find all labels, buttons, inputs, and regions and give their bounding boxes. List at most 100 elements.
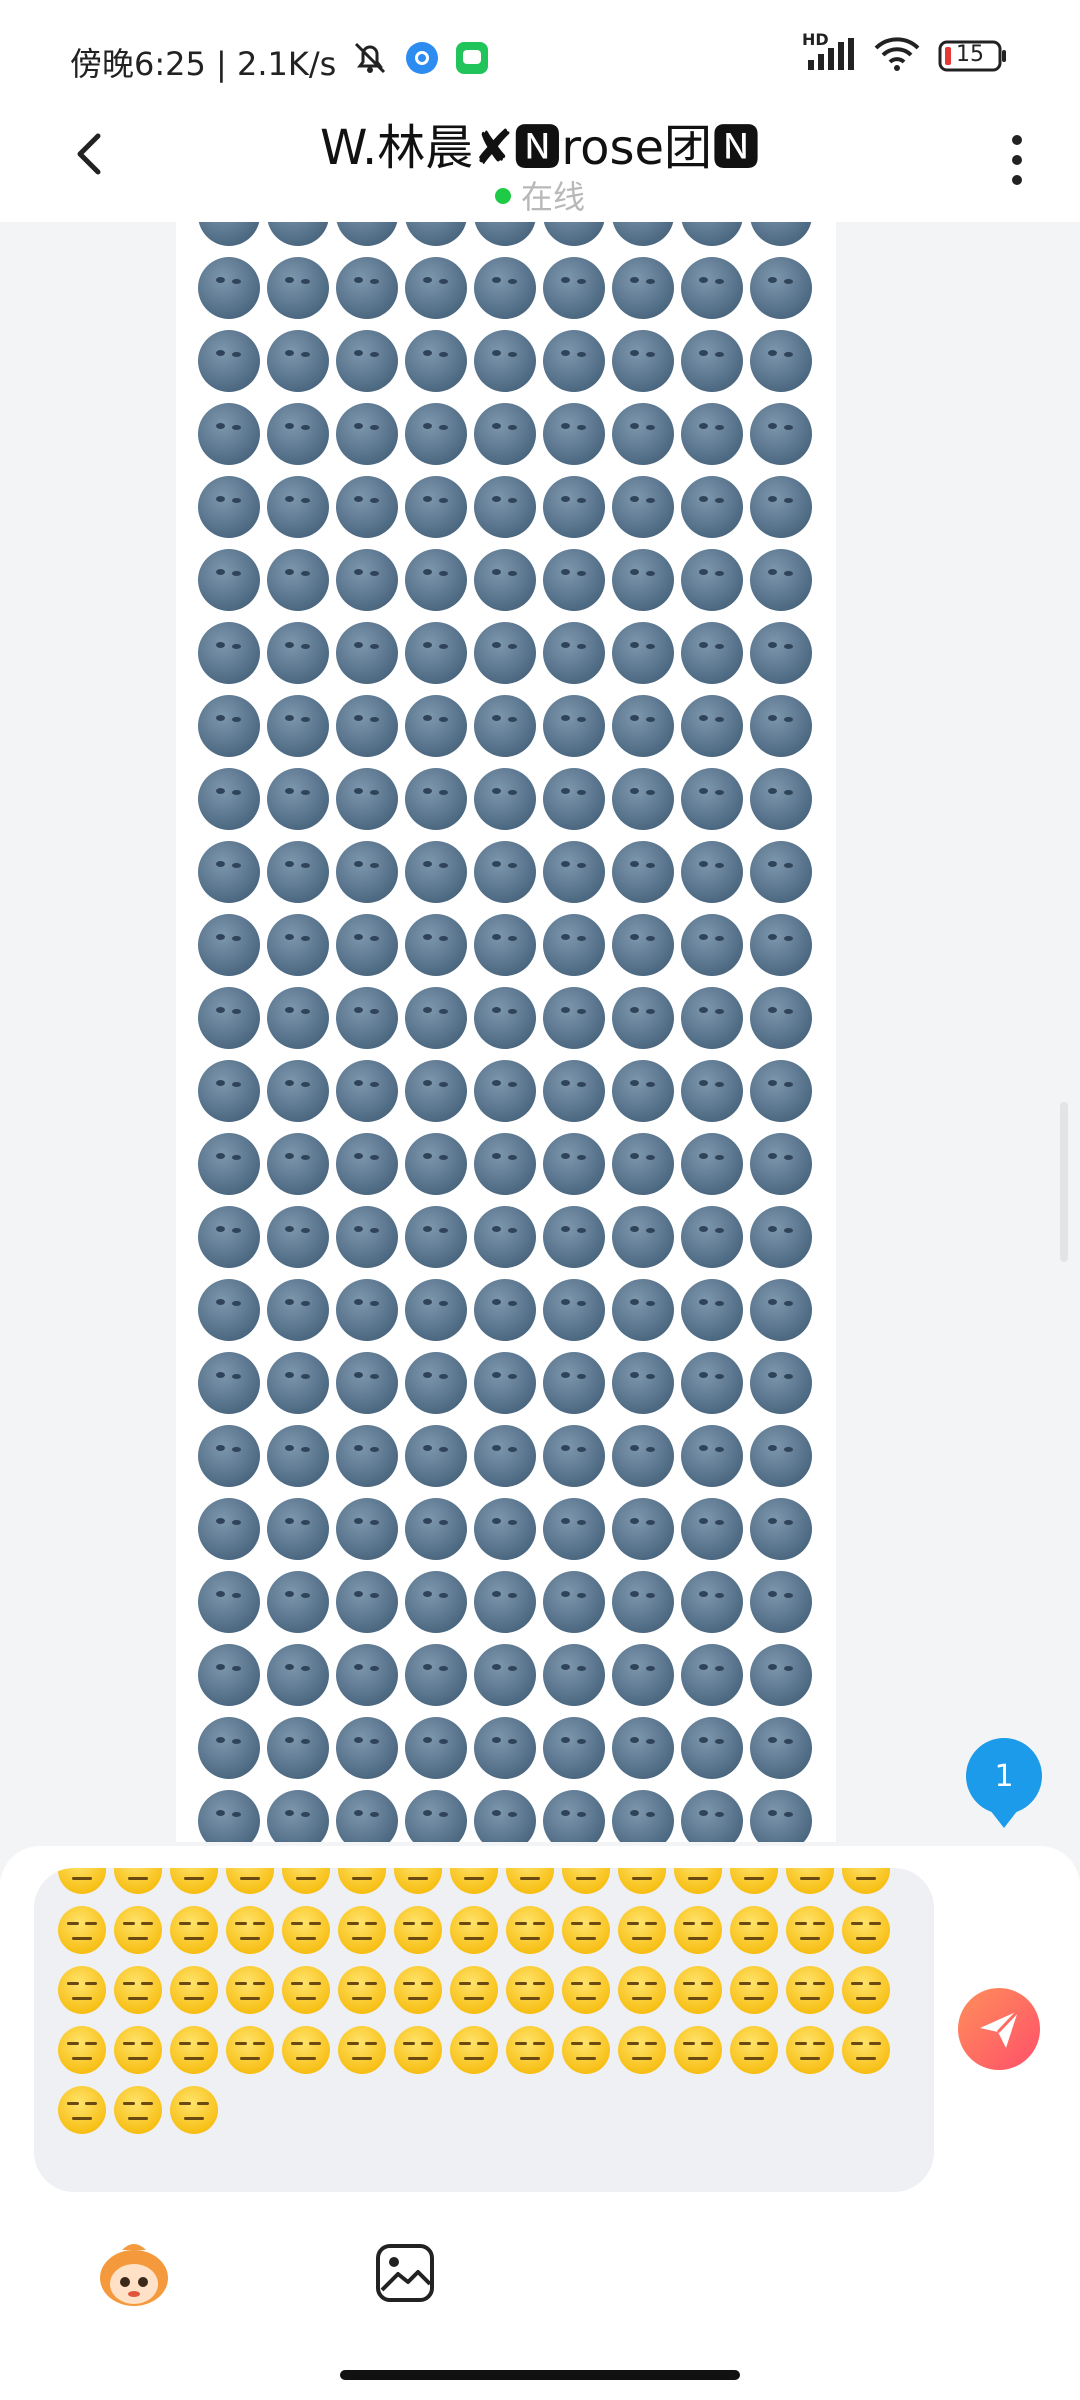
- expressionless-face-emoji: [786, 2026, 834, 2074]
- moon-emoji: [336, 1060, 398, 1122]
- moon-emoji: [198, 257, 260, 319]
- expressionless-face-emoji: [58, 1906, 106, 1954]
- moon-emoji: [198, 549, 260, 611]
- expressionless-face-emoji: [282, 2026, 330, 2074]
- moon-emoji: [543, 914, 605, 976]
- send-button[interactable]: [958, 1988, 1040, 2070]
- expressionless-face-emoji: [114, 1868, 162, 1894]
- moon-emoji: [474, 622, 536, 684]
- moon-emoji: [681, 768, 743, 830]
- message-input[interactable]: [34, 1868, 934, 2192]
- moon-emoji: [612, 1717, 674, 1779]
- moon-emoji: [474, 330, 536, 392]
- moon-emoji: [267, 1425, 329, 1487]
- expressionless-face-emoji: [562, 1906, 610, 1954]
- home-indicator[interactable]: [340, 2370, 740, 2380]
- moon-emoji: [681, 257, 743, 319]
- moon-emoji: [612, 1790, 674, 1842]
- moon-emoji: [750, 330, 812, 392]
- moon-emoji: [405, 841, 467, 903]
- moon-emoji: [267, 914, 329, 976]
- moon-emoji: [612, 476, 674, 538]
- status-time: 傍晚6:25 | 2.1K/s: [70, 45, 337, 83]
- moon-emoji: [336, 1498, 398, 1560]
- moon-emoji: [474, 987, 536, 1049]
- expressionless-face-emoji: [674, 2026, 722, 2074]
- moon-emoji: [336, 403, 398, 465]
- expressionless-face-emoji: [842, 1868, 890, 1894]
- moon-emoji: [474, 257, 536, 319]
- scrollbar[interactable]: [1060, 1102, 1068, 1262]
- moon-emoji: [681, 914, 743, 976]
- expressionless-face-emoji: [450, 2026, 498, 2074]
- moon-emoji: [750, 1425, 812, 1487]
- mascot-avatar-button[interactable]: [94, 2238, 174, 2310]
- moon-emoji: [405, 1717, 467, 1779]
- moon-emoji: [543, 1425, 605, 1487]
- expressionless-face-emoji: [338, 1966, 386, 2014]
- moon-emoji: [267, 257, 329, 319]
- expressionless-face-emoji: [842, 1966, 890, 2014]
- composer-panel: [0, 1846, 1080, 2400]
- moon-emoji: [543, 1571, 605, 1633]
- moon-emoji: [543, 257, 605, 319]
- moon-emoji: [267, 1206, 329, 1268]
- moon-emoji: [474, 1644, 536, 1706]
- more-options-button[interactable]: [1002, 130, 1032, 190]
- moon-emoji: [750, 222, 812, 246]
- moon-emoji: [198, 1060, 260, 1122]
- moon-emoji: [474, 1571, 536, 1633]
- moon-emoji: [474, 768, 536, 830]
- battery-level: 15: [956, 42, 984, 67]
- moon-emoji: [336, 549, 398, 611]
- expressionless-face-emoji: [226, 1966, 274, 2014]
- online-status: 在线: [0, 172, 1080, 218]
- moon-emoji: [750, 1644, 812, 1706]
- moon-emoji: [612, 1206, 674, 1268]
- moon-emoji: [612, 695, 674, 757]
- moon-emoji: [474, 222, 536, 246]
- moon-emoji: [543, 549, 605, 611]
- image-picker-button[interactable]: [374, 2242, 436, 2304]
- online-status-text: 在线: [520, 178, 585, 216]
- new-message-badge[interactable]: 1: [966, 1738, 1042, 1828]
- moon-emoji: [405, 222, 467, 246]
- new-message-count: 1: [994, 1758, 1014, 1794]
- expressionless-face-emoji: [114, 1966, 162, 2014]
- moon-emoji: [405, 330, 467, 392]
- moon-emoji: [474, 1133, 536, 1195]
- mute-bell-icon: [350, 38, 390, 86]
- expressionless-face-emoji: [842, 2026, 890, 2074]
- expressionless-face-emoji: [730, 1868, 778, 1894]
- moon-emoji: [750, 1352, 812, 1414]
- moon-emoji: [267, 1644, 329, 1706]
- moon-emoji: [543, 1206, 605, 1268]
- expressionless-face-emoji: [170, 1868, 218, 1894]
- moon-emoji: [405, 914, 467, 976]
- moon-emoji: [543, 841, 605, 903]
- moon-emoji: [336, 1133, 398, 1195]
- moon-emoji: [198, 1133, 260, 1195]
- message-bubble[interactable]: [176, 222, 836, 1842]
- moon-emoji: [750, 403, 812, 465]
- moon-emoji: [543, 1133, 605, 1195]
- expressionless-face-emoji: [170, 2026, 218, 2074]
- expressionless-face-emoji: [674, 1906, 722, 1954]
- online-dot: [494, 188, 511, 204]
- moon-emoji: [474, 841, 536, 903]
- moon-emoji: [681, 1060, 743, 1122]
- moon-emoji: [750, 1498, 812, 1560]
- moon-emoji: [681, 1352, 743, 1414]
- moon-emoji: [543, 1352, 605, 1414]
- moon-emoji: [543, 222, 605, 246]
- expressionless-face-emoji: [842, 1906, 890, 1954]
- moon-emoji: [681, 1133, 743, 1195]
- chat-message-list[interactable]: [0, 222, 1080, 1842]
- send-icon: [980, 2009, 1020, 2048]
- moon-emoji: [267, 476, 329, 538]
- moon-emoji: [543, 476, 605, 538]
- moon-emoji: [336, 1571, 398, 1633]
- moon-emoji: [405, 257, 467, 319]
- moon-emoji: [612, 768, 674, 830]
- moon-emoji: [336, 695, 398, 757]
